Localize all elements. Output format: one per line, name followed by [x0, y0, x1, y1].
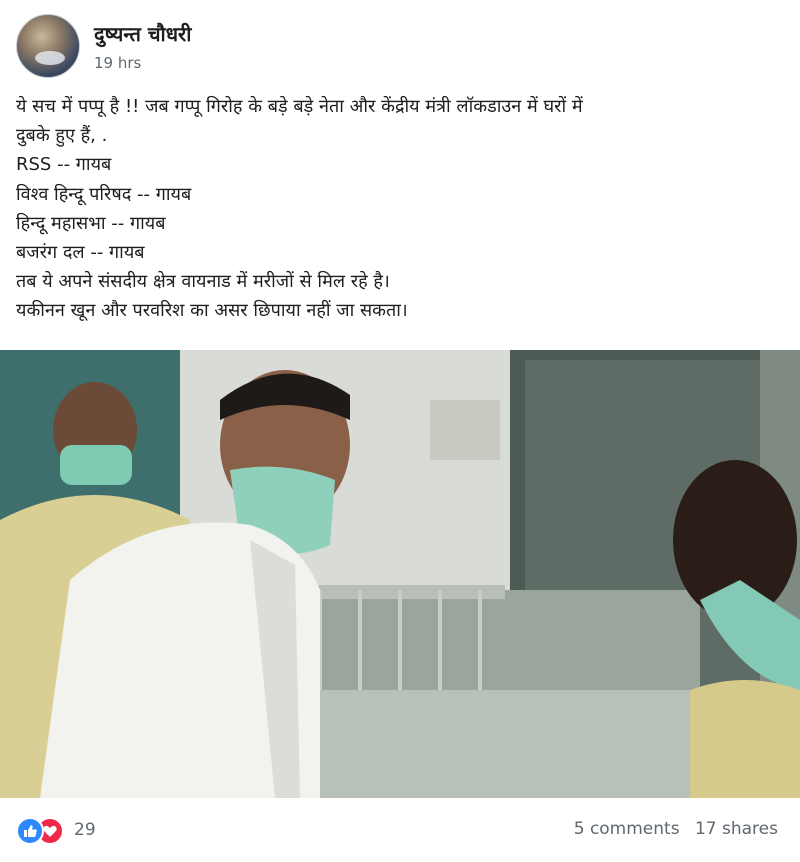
comments-link[interactable]: 5 comments: [574, 819, 680, 839]
reaction-count: 29: [74, 820, 96, 840]
post-footer: 29 5 comments 17 shares: [0, 805, 800, 855]
like-icon: [16, 817, 44, 845]
facebook-post: दुष्यन्त चौधरी 19 hrs ये सच में पप्पू है…: [0, 0, 800, 862]
post-photo[interactable]: [0, 350, 800, 798]
post-text: ये सच में पप्पू है !! जब गप्पू गिरोह के …: [16, 92, 786, 326]
post-text-line: ये सच में पप्पू है !! जब गप्पू गिरोह के …: [16, 96, 583, 117]
post-text-line: हिन्दू महासभा -- गायब: [16, 212, 166, 234]
post-text-line: विश्व हिन्दू परिषद -- गायब: [16, 183, 192, 205]
author-name[interactable]: दुष्यन्त चौधरी: [94, 20, 191, 47]
author-avatar[interactable]: [16, 14, 80, 78]
post-text-line: RSS -- गायब: [16, 154, 112, 176]
engagement-stats: 5 comments 17 shares: [574, 819, 778, 839]
shares-link[interactable]: 17 shares: [695, 819, 778, 839]
post-text-line: यकीनन खून और परवरिश का असर छिपाया नहीं ज…: [16, 300, 408, 322]
post-text-line: तब ये अपने संसदीय क्षेत्र वायनाड में मरी…: [16, 271, 390, 293]
post-timestamp[interactable]: 19 hrs: [94, 54, 141, 72]
post-text-line: बजरंग दल -- गायब: [16, 242, 145, 264]
hospital-ward-photo: [0, 350, 800, 798]
post-text-line: दुबके हुए हैं, .: [16, 125, 108, 147]
